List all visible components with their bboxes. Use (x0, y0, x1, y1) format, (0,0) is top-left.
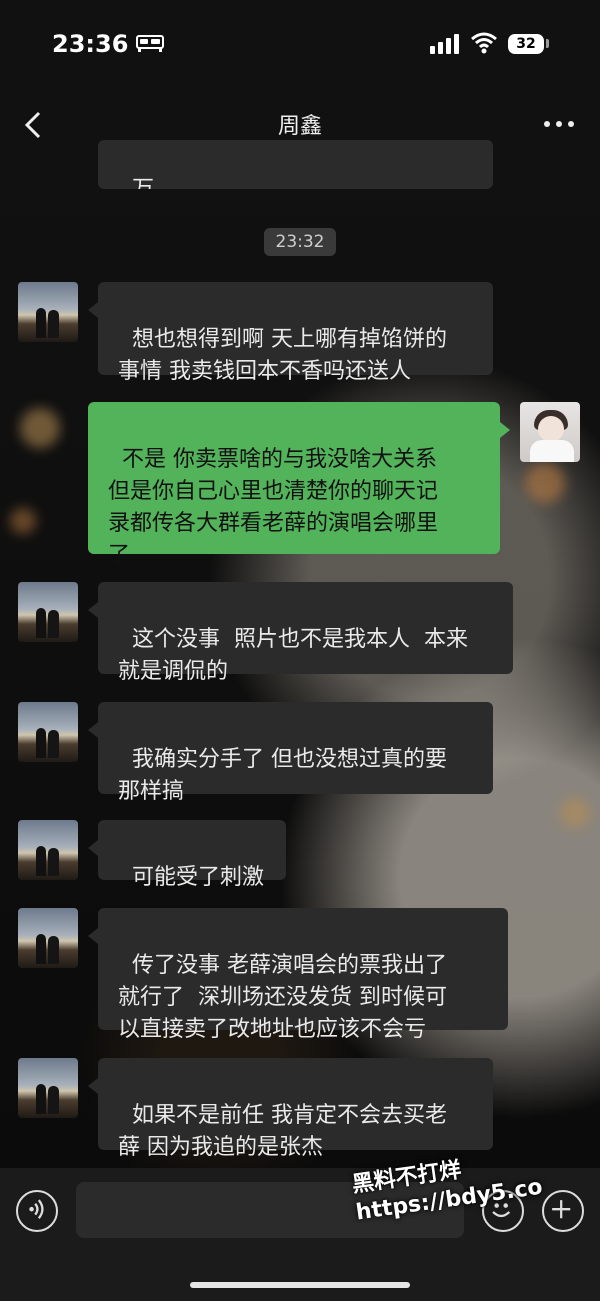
battery-cap (546, 39, 549, 48)
message-bubble[interactable]: 这个没事 照片也不是我本人 本来 就是调侃的 (88, 582, 513, 684)
status-bar: 23:36 32 (0, 0, 600, 90)
avatar-silhouette (48, 936, 59, 964)
bokeh (525, 463, 565, 503)
avatar-silhouette (36, 308, 46, 338)
status-time: 23:36 (52, 30, 129, 58)
message-bubble[interactable]: 如果不是前任 我肯定不会去买老 薛 因为我追的是张杰 (88, 1058, 493, 1160)
timestamp: 23:32 (264, 228, 336, 256)
avatar[interactable] (18, 282, 78, 342)
avatar-face (538, 416, 564, 442)
bokeh (560, 798, 590, 828)
message-bubble-partial: 万 (98, 140, 493, 189)
battery-icon: 32 (508, 34, 544, 54)
bed-icon (136, 35, 164, 52)
avatar-silhouette (36, 608, 46, 638)
signal-icon (430, 34, 459, 54)
avatar[interactable] (18, 820, 78, 880)
message-bubble[interactable]: 想也想得到啊 天上哪有掉馅饼的 事情 我卖钱回本不香吗还送人 (88, 282, 493, 384)
avatar-silhouette (48, 1086, 59, 1114)
message-bubble[interactable]: 可能受了刺激 (88, 820, 286, 890)
message-text: 想也想得到啊 天上哪有掉馅饼的 事情 我卖钱回本不香吗还送人 (118, 327, 447, 384)
wifi-icon (471, 32, 497, 54)
avatar[interactable] (18, 582, 78, 642)
avatar-silhouette (48, 310, 59, 338)
message-text: 万 (132, 177, 154, 189)
page-title: 周鑫 (277, 114, 322, 139)
message-bubble[interactable]: 我确实分手了 但也没想过真的要 那样搞 (88, 702, 493, 804)
avatar[interactable] (18, 1058, 78, 1118)
message-bubble[interactable]: 传了没事 老薛演唱会的票我出了 就行了 深圳场还没发货 到时候可 以直接卖了改地… (88, 908, 508, 1042)
avatar-silhouette (36, 846, 46, 876)
message-text: 传了没事 老薛演唱会的票我出了 就行了 深圳场还没发货 到时候可 以直接卖了改地… (118, 953, 447, 1042)
avatar-silhouette (36, 934, 46, 964)
message-text: 不是 你卖票啥的与我没啥大关系 但是你自己心里也清楚你的聊天记 录都传各大群看老… (108, 447, 439, 568)
avatar-silhouette (36, 728, 46, 758)
home-indicator (190, 1282, 410, 1288)
message-text: 可能受了刺激 (132, 865, 265, 890)
avatar[interactable] (18, 908, 78, 968)
avatar-body (530, 440, 574, 462)
voice-icon[interactable] (16, 1190, 58, 1232)
more-dots-icon[interactable] (542, 118, 576, 130)
battery-level: 32 (516, 36, 536, 52)
avatar-silhouette (48, 730, 59, 758)
avatar-silhouette (36, 1084, 46, 1114)
avatar[interactable] (18, 702, 78, 762)
bokeh (20, 408, 60, 448)
avatar-silhouette (48, 610, 59, 638)
message-bubble-outgoing[interactable]: 不是 你卖票啥的与我没啥大关系 但是你自己心里也清楚你的聊天记 录都传各大群看老… (88, 402, 510, 568)
avatar[interactable] (520, 402, 580, 462)
bokeh (10, 508, 36, 534)
avatar-silhouette (48, 848, 59, 876)
